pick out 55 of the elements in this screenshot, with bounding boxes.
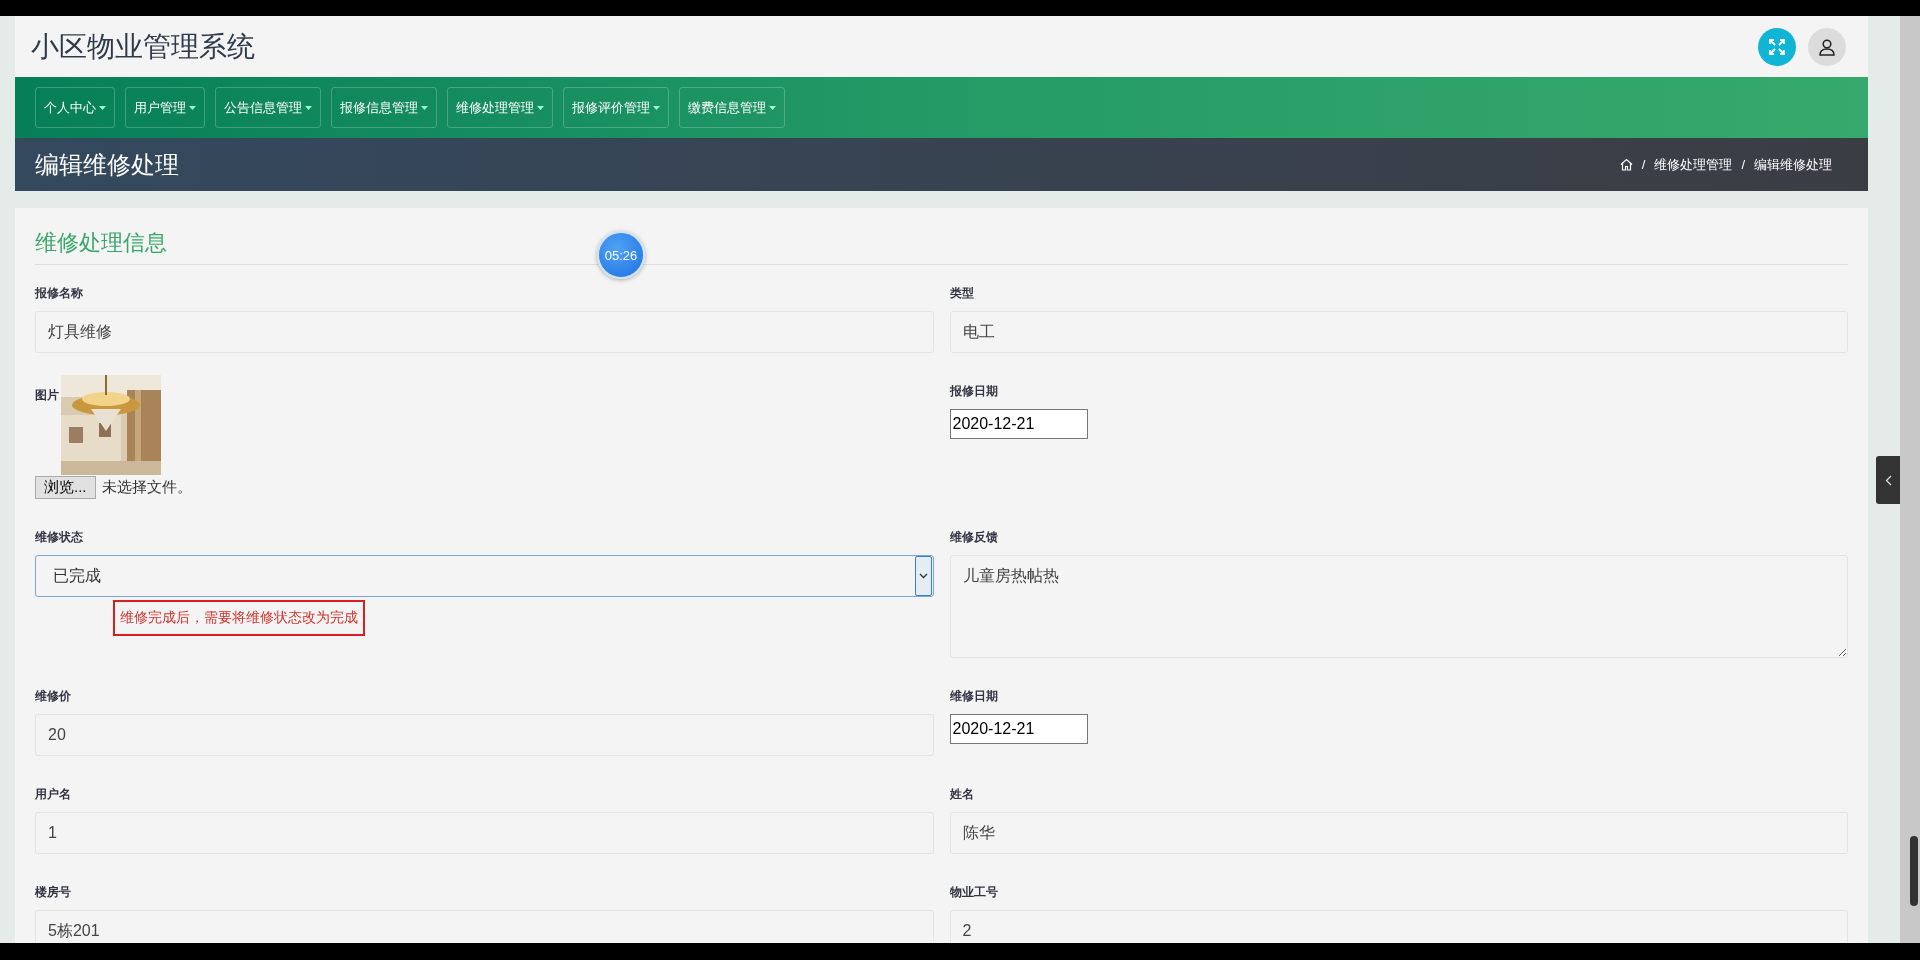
nav-menu-item[interactable]: 报修评价管理	[563, 87, 669, 128]
breadcrumb-separator: /	[1641, 157, 1646, 172]
chevron-down-icon	[918, 573, 928, 579]
scrollbar[interactable]	[1910, 836, 1918, 906]
chevron-left-icon	[1884, 474, 1892, 486]
field-label: 楼房号	[35, 884, 71, 901]
breadcrumb-separator: /	[1741, 157, 1745, 172]
caret-icon	[537, 105, 544, 110]
caret-icon	[99, 105, 106, 110]
side-panel-toggle[interactable]	[1876, 456, 1900, 504]
expand-icon	[1768, 37, 1786, 56]
file-status: 未选择文件。	[101, 478, 192, 497]
caret-icon	[769, 105, 776, 110]
caret-icon	[305, 105, 312, 110]
text-field[interactable]: 2	[949, 910, 1848, 943]
field-label: 图片	[35, 387, 59, 404]
nav-menu-item[interactable]: 用户管理	[125, 87, 205, 128]
date-field[interactable]: 2020-12-21	[949, 409, 1088, 439]
field-label: 报修名称	[35, 285, 83, 302]
nav-menu-item[interactable]: 公告信息管理	[215, 87, 321, 128]
caret-icon	[653, 105, 660, 110]
field-label: 维修价	[35, 688, 71, 705]
date-field[interactable]: 2020-12-21	[949, 714, 1088, 744]
home-icon[interactable]	[1619, 158, 1633, 171]
caret-icon	[189, 105, 196, 110]
nav-menu-item[interactable]: 缴费信息管理	[679, 87, 785, 128]
nav-menu-item[interactable]: 报修信息管理	[331, 87, 437, 128]
page-title: 编辑维修处理	[35, 149, 179, 180]
field-label: 维修日期	[949, 688, 998, 705]
text-field[interactable]: 1	[35, 812, 934, 854]
field-label: 报修日期	[949, 383, 998, 400]
field-label: 维修状态	[35, 529, 83, 546]
breadcrumb-current: 编辑维修处理	[1754, 155, 1832, 174]
user-icon	[1818, 37, 1836, 56]
text-field[interactable]: 陈华	[949, 812, 1848, 854]
caret-icon	[421, 105, 428, 110]
text-field[interactable]: 电工	[949, 311, 1848, 353]
field-label: 类型	[949, 285, 974, 302]
text-field[interactable]: 20	[35, 714, 934, 756]
breadcrumb-link[interactable]: 维修处理管理	[1654, 155, 1733, 174]
text-field[interactable]: 灯具维修	[35, 311, 934, 353]
user-button[interactable]	[1808, 27, 1846, 66]
app-title: 小区物业管理系统	[31, 29, 255, 64]
field-label: 姓名	[949, 786, 974, 803]
fullscreen-button[interactable]	[1758, 27, 1796, 66]
status-dropdown[interactable]: 已完成	[35, 555, 934, 597]
feedback-textarea[interactable]: 儿童房热帖热	[949, 555, 1848, 658]
nav-menu-item[interactable]: 个人中心	[35, 87, 115, 128]
text-field[interactable]: 5栋201	[35, 910, 934, 943]
annotation-note: 维修完成后，需要将维修状态改为完成	[113, 600, 365, 636]
field-label: 维修反馈	[949, 529, 998, 546]
browse-button[interactable]: 浏览...	[35, 476, 96, 499]
nav-menu-item[interactable]: 维修处理管理	[447, 87, 553, 128]
field-label: 用户名	[35, 786, 71, 803]
field-label: 物业工号	[949, 884, 998, 901]
